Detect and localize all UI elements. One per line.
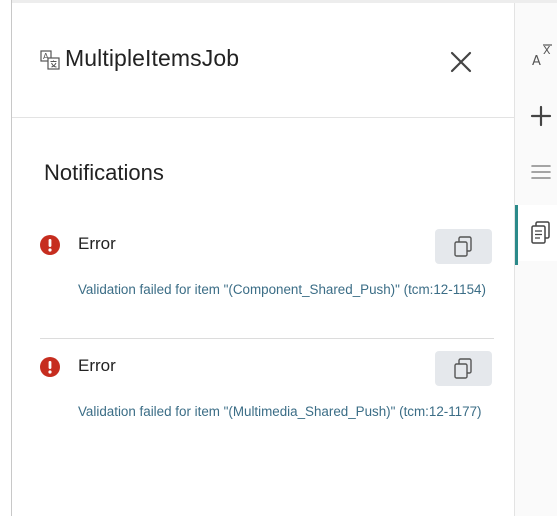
notifications-clipboard-icon [531, 221, 550, 244]
job-title: MultipleItemsJob [65, 45, 240, 71]
sidebar-item-add[interactable] [515, 99, 557, 155]
svg-text:A: A [532, 54, 541, 69]
notifications-heading: Notifications [44, 160, 164, 185]
notification-message: Validation failed for item "(Component_S… [78, 282, 486, 297]
copy-icon [454, 358, 472, 379]
error-icon [40, 235, 60, 255]
copy-button[interactable] [435, 229, 492, 264]
notification-severity: Error [78, 356, 116, 375]
sidebar-item-menu[interactable] [515, 151, 557, 207]
close-button[interactable] [444, 45, 478, 79]
sidebar-item-translate[interactable]: A X [515, 35, 557, 91]
notification-severity: Error [78, 234, 116, 253]
translate-icon: A X [532, 44, 552, 69]
menu-icon [531, 165, 551, 179]
close-icon [450, 51, 472, 73]
notification-message: Validation failed for item "(Multimedia_… [78, 404, 482, 419]
svg-text:X: X [543, 44, 551, 57]
panel-header: A MultipleItemsJob [12, 3, 514, 118]
panel-left-edge [0, 0, 12, 516]
copy-button[interactable] [435, 351, 492, 386]
notifications-panel: A MultipleItemsJob Notifications Error V… [12, 3, 514, 516]
add-icon [530, 105, 552, 127]
right-sidebar: A X [514, 3, 557, 516]
copy-icon [454, 236, 472, 257]
translation-job-icon: A [40, 50, 60, 70]
sidebar-item-notifications[interactable] [515, 205, 557, 265]
notification-divider [40, 338, 494, 339]
error-icon [40, 357, 60, 377]
active-indicator [515, 205, 518, 265]
